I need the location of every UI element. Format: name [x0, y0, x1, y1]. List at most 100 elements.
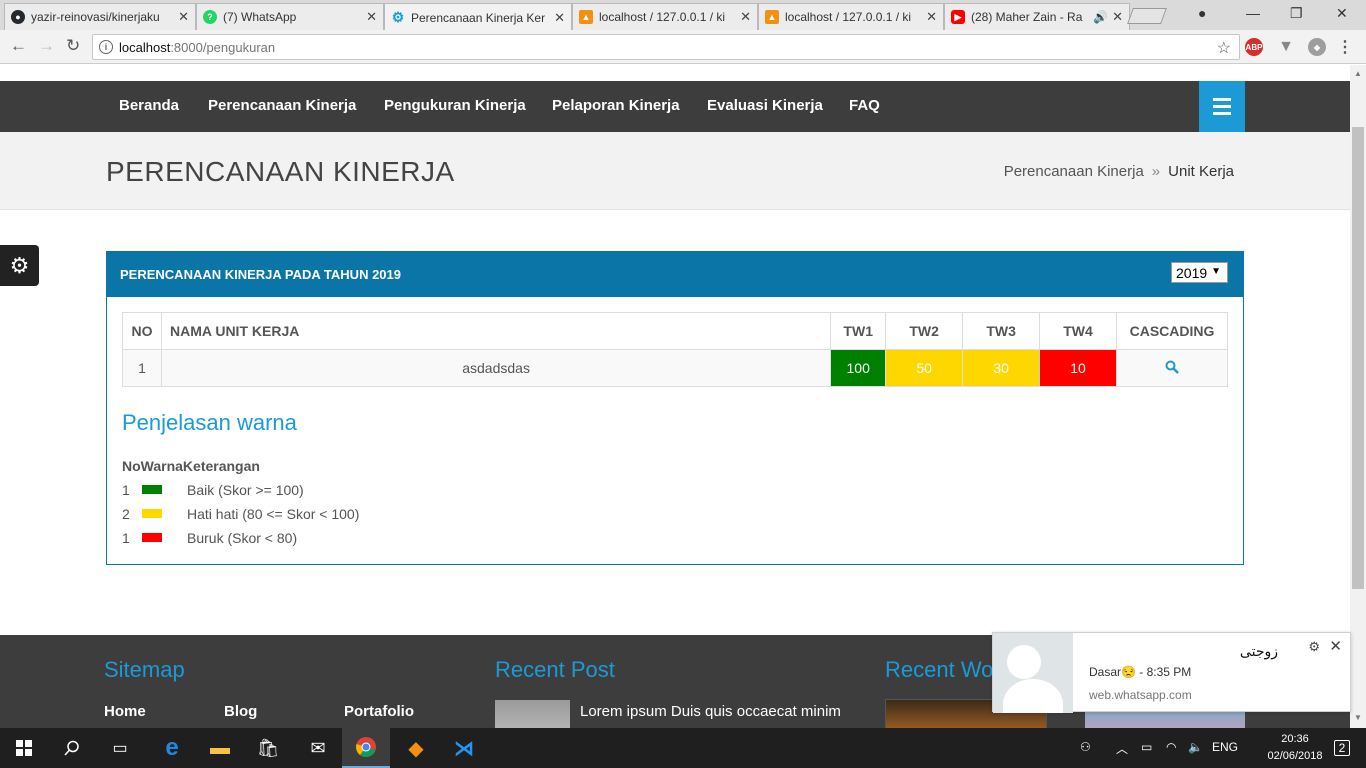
unit-kerja-table: NO NAMA UNIT KERJA TW1 TW2 TW3 TW4 CASCA…	[122, 312, 1228, 387]
gear-icon[interactable]: ⚙	[1308, 639, 1320, 655]
git-icon[interactable]: ◆	[392, 728, 440, 768]
close-icon[interactable]: ✕	[740, 9, 751, 25]
browser-toolbar: ← → ↻ i localhost:8000/pengukuran ☆ ABP …	[0, 30, 1366, 64]
close-icon[interactable]: ✕	[554, 10, 565, 26]
footer-link-portafolio[interactable]: Portafolio	[344, 703, 414, 720]
file-explorer-icon[interactable]: ▬	[196, 728, 244, 768]
url-input[interactable]: i localhost:8000/pengukuran ☆	[92, 34, 1240, 60]
browser-tab-phpmyadmin-2[interactable]: ▲ localhost / 127.0.0.1 / ki ✕	[758, 3, 944, 30]
nav-pengukuran-kinerja[interactable]: Pengukuran Kinerja	[384, 97, 526, 114]
legend-row-hati-hati: 2 Hati hati (80 <= Skor < 100)	[122, 506, 359, 530]
footer-link-home[interactable]: Home	[104, 703, 146, 720]
browser-tab-youtube[interactable]: ▶ (28) Maher Zain - Ra 🔊 ✕	[944, 3, 1130, 30]
hamburger-menu-icon[interactable]	[1199, 81, 1245, 132]
breadcrumb-parent[interactable]: Perencanaan Kinerja	[1004, 163, 1144, 180]
wifi-icon[interactable]: ◠	[1166, 740, 1176, 754]
main-navbar: Beranda Perencanaan Kinerja Pengukuran K…	[0, 81, 1350, 132]
recent-post-text[interactable]: Lorem ipsum Duis quis occaecat minim	[580, 703, 841, 720]
close-icon[interactable]: ✕	[178, 9, 189, 25]
whatsapp-notification[interactable]: زوجتى ⚙ ✕ Dasar😒 - 8:35 PM web.whatsapp.…	[992, 632, 1351, 713]
legend-keterangan: Baik (Skor >= 100)	[187, 482, 304, 498]
cell-tw3-score: 30	[962, 349, 1041, 387]
youtube-icon: ▶	[951, 10, 965, 24]
avatar	[993, 633, 1073, 713]
scroll-up-icon[interactable]: ▲	[1354, 69, 1362, 78]
back-icon[interactable]: ←	[10, 36, 27, 56]
people-icon[interactable]: ⚇	[1080, 740, 1091, 754]
mail-icon[interactable]: ✉	[294, 728, 342, 768]
recent-post-thumbnail[interactable]	[495, 700, 570, 728]
page-scrollbar[interactable]: ▲ ▼	[1350, 65, 1366, 728]
extension-icon[interactable]: ◆	[1308, 38, 1326, 56]
battery-icon[interactable]: ▭	[1141, 740, 1152, 754]
close-icon[interactable]: ✕	[926, 9, 937, 25]
reload-icon[interactable]: ↻	[66, 36, 80, 56]
page-header: PERENCANAAN KINERJA Perencanaan Kinerja »…	[0, 132, 1350, 210]
breadcrumb-current: Unit Kerja	[1168, 163, 1234, 180]
recent-work-image[interactable]	[1085, 711, 1245, 728]
page-title: PERENCANAAN KINERJA	[106, 156, 455, 187]
legend-no: 2	[122, 506, 130, 522]
settings-gear-icon[interactable]: ⚙	[0, 245, 39, 286]
legend-swatch-yellow	[142, 509, 162, 518]
browser-tab-whatsapp[interactable]: ? (7) WhatsApp ✕	[196, 3, 384, 30]
chrome-icon[interactable]	[342, 728, 390, 768]
tab-title: yazir-reinovasi/kinerjaku	[31, 10, 160, 24]
task-view-icon[interactable]: ▭	[96, 728, 144, 768]
col-tw1: TW1	[830, 312, 887, 350]
footer-link-blog[interactable]: Blog	[224, 703, 257, 720]
col-tw2: TW2	[885, 312, 964, 350]
windows-start-icon[interactable]	[0, 728, 48, 768]
minimize-icon[interactable]: —	[1246, 5, 1260, 21]
legend-swatch-red	[142, 533, 162, 542]
bookmark-star-icon[interactable]: ☆	[1217, 38, 1231, 58]
nav-evaluasi-kinerja[interactable]: Evaluasi Kinerja	[707, 97, 823, 114]
browser-tab-github[interactable]: ● yazir-reinovasi/kinerjaku ✕	[4, 3, 196, 30]
nav-pelaporan-kinerja[interactable]: Pelaporan Kinerja	[552, 97, 680, 114]
search-icon[interactable]	[1165, 360, 1179, 374]
phpmyadmin-icon: ▲	[765, 10, 779, 24]
scroll-down-icon[interactable]: ▼	[1354, 713, 1362, 722]
legend-row-baik: 1 Baik (Skor >= 100)	[122, 482, 304, 506]
system-clock[interactable]: 20:36 02/06/2018	[1266, 731, 1324, 765]
table-row: 1 asdadsdas 100 50 30 10	[122, 349, 1228, 387]
browser-tab-phpmyadmin-1[interactable]: ▲ localhost / 127.0.0.1 / ki ✕	[572, 3, 758, 30]
breadcrumb-separator: »	[1151, 163, 1161, 180]
tab-title: localhost / 127.0.0.1 / ki	[785, 10, 912, 24]
year-select[interactable]: 2019 ▼	[1171, 262, 1228, 283]
panel-header: PERENCANAAN KINERJA PADA TAHUN 2019 2019…	[107, 252, 1243, 297]
vscode-icon[interactable]: ⋊	[440, 728, 488, 768]
search-icon[interactable]	[48, 728, 96, 768]
new-tab-button[interactable]	[1127, 8, 1167, 24]
maximize-icon[interactable]: ❐	[1290, 5, 1303, 22]
nav-faq[interactable]: FAQ	[849, 97, 880, 114]
browser-tab-perencanaan[interactable]: ⚙ Perencanaan Kinerja Ker ✕	[384, 3, 572, 31]
chrome-menu-icon[interactable]: ⋮	[1336, 38, 1354, 56]
tab-title: Perencanaan Kinerja Ker	[411, 10, 546, 25]
close-icon[interactable]: ✕	[366, 9, 377, 25]
nav-perencanaan-kinerja[interactable]: Perencanaan Kinerja	[208, 97, 356, 114]
nav-beranda[interactable]: Beranda	[119, 97, 179, 114]
action-center-icon[interactable]: 2	[1322, 728, 1362, 768]
close-window-icon[interactable]: ✕	[1336, 5, 1348, 22]
language-indicator[interactable]: ENG	[1212, 740, 1238, 754]
col-no: NO	[122, 312, 162, 350]
color-legend: NoWarnaKeterangan 1 Baik (Skor >= 100) 2…	[122, 458, 359, 554]
adblock-plus-icon[interactable]: ABP	[1245, 38, 1263, 56]
volume-icon[interactable]: 🔈	[1188, 740, 1203, 754]
tab-title: (28) Maher Zain - Ra	[971, 10, 1083, 24]
profile-icon[interactable]: ●	[1198, 5, 1206, 21]
footer-recent-post-heading: Recent Post	[495, 657, 615, 682]
forward-icon[interactable]: →	[38, 36, 55, 56]
url-host: localhost	[119, 39, 171, 55]
store-icon[interactable]: 🛍	[244, 728, 292, 768]
info-icon[interactable]: i	[99, 40, 113, 54]
scrollbar-thumb[interactable]	[1352, 127, 1364, 589]
extension-v-icon[interactable]: ▼	[1277, 38, 1295, 56]
edge-icon[interactable]: e	[148, 728, 196, 768]
browser-tab-strip: ● yazir-reinovasi/kinerjaku ✕ ? (7) What…	[0, 0, 1366, 31]
close-icon[interactable]: ✕	[1112, 9, 1123, 25]
notification-message: Dasar😒 - 8:35 PM	[1089, 665, 1192, 679]
chevron-up-icon[interactable]: ︿	[1116, 740, 1128, 757]
close-icon[interactable]: ✕	[1329, 637, 1342, 655]
